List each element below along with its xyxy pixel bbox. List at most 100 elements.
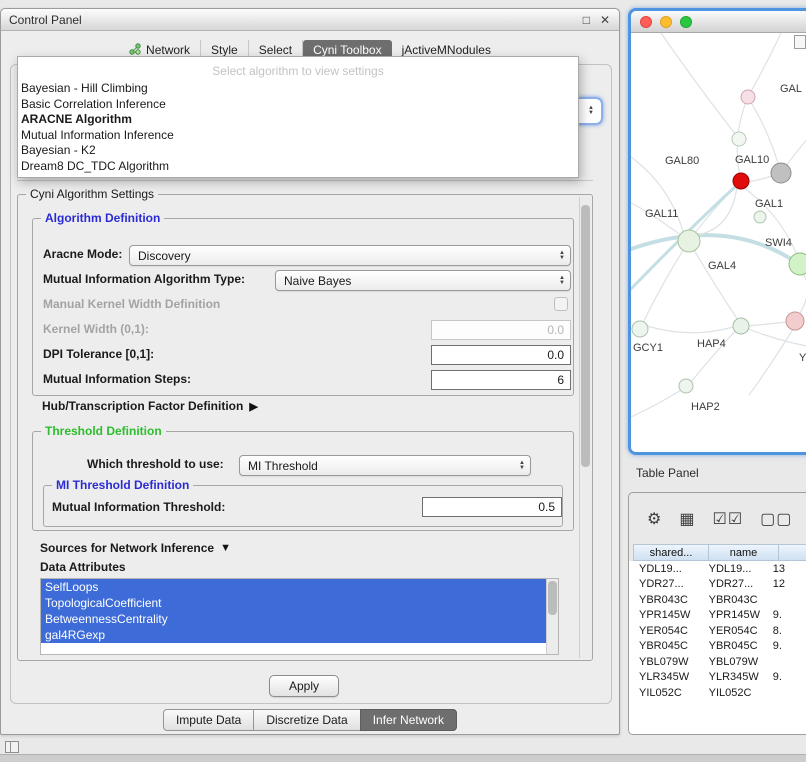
network-node[interactable] bbox=[733, 173, 749, 189]
close-traffic-light-icon[interactable] bbox=[640, 16, 652, 28]
settings-scrollbar-thumb[interactable] bbox=[581, 205, 590, 467]
columns-icon[interactable]: ▦ bbox=[679, 509, 695, 529]
attribute-item-topologicalcoefficient[interactable]: TopologicalCoefficient bbox=[41, 595, 546, 611]
float-window-icon[interactable]: □ bbox=[583, 13, 590, 27]
network-node[interactable] bbox=[678, 230, 700, 252]
hub-factor-section-toggle[interactable]: Hub/Transcription Factor Definition ▶ bbox=[42, 399, 258, 413]
network-node[interactable] bbox=[732, 132, 746, 146]
column-header-2[interactable] bbox=[779, 544, 806, 561]
table-row[interactable]: YDL19...YDL19...13 bbox=[629, 561, 806, 577]
collapsed-arrow-icon[interactable]: ▶ bbox=[249, 400, 257, 413]
tab-label: Style bbox=[211, 43, 238, 57]
which-threshold-select[interactable]: MI Threshold ▲▼ bbox=[239, 455, 531, 476]
apply-button[interactable]: Apply bbox=[269, 675, 339, 697]
network-edge[interactable] bbox=[689, 241, 738, 320]
mi-steps-input[interactable]: 6 bbox=[431, 370, 571, 390]
network-view-window[interactable]: GALGAL80GAL10GAL11GAL1SWI4GAL4GCY1HAP4HA… bbox=[628, 8, 806, 455]
table-cell: YBL079W bbox=[699, 656, 763, 668]
window-title: Control Panel bbox=[1, 13, 82, 27]
mi-threshold-input[interactable]: 0.5 bbox=[422, 497, 562, 517]
algorithm-option-basic-correlation-inference[interactable]: Basic Correlation Inference bbox=[18, 97, 578, 113]
table-row[interactable]: YLR345WYLR345W9. bbox=[629, 670, 806, 686]
attribute-item-betweennesscentrality[interactable]: BetweennessCentrality bbox=[41, 611, 546, 627]
algorithm-option-dream8-dc-tdc-algorithm[interactable]: Dream8 DC_TDC Algorithm bbox=[18, 159, 578, 175]
network-edge[interactable] bbox=[647, 326, 733, 333]
settings-gear-icon[interactable]: ⚙ bbox=[647, 509, 662, 529]
network-node[interactable] bbox=[741, 90, 755, 104]
table-panel-window: ⚙▦☑☑▢▢ shared...name YDL19...YDL19...13Y… bbox=[628, 492, 806, 735]
network-node[interactable] bbox=[786, 312, 804, 330]
threshold-definition-title: Threshold Definition bbox=[41, 424, 166, 438]
mi-algorithm-type-select[interactable]: Naive Bayes ▲▼ bbox=[275, 270, 571, 291]
network-edge[interactable] bbox=[631, 390, 681, 417]
attribute-item-gal4rgexp[interactable]: gal4RGexp bbox=[41, 627, 546, 643]
network-canvas: GALGAL80GAL10GAL11GAL1SWI4GAL4GCY1HAP4HA… bbox=[631, 33, 806, 452]
network-node-label: GAL10 bbox=[735, 154, 769, 166]
table-cell: 9. bbox=[763, 609, 806, 621]
network-edge[interactable] bbox=[697, 187, 737, 235]
network-node[interactable] bbox=[771, 163, 791, 183]
which-threshold-value: MI Threshold bbox=[248, 459, 318, 473]
network-node[interactable] bbox=[733, 318, 749, 334]
table-row[interactable]: YER054CYER054C8. bbox=[629, 623, 806, 639]
attributes-scrollbar[interactable] bbox=[546, 579, 558, 654]
table-cell: 12 bbox=[763, 578, 806, 590]
attributes-scrollbar-thumb[interactable] bbox=[548, 581, 557, 615]
algorithm-option-bayesian-hill-climbing[interactable]: Bayesian - Hill Climbing bbox=[18, 81, 578, 97]
network-node-label: GCY1 bbox=[633, 342, 663, 354]
network-edge[interactable] bbox=[748, 33, 781, 97]
table-row[interactable]: YDR27...YDR27...12 bbox=[629, 577, 806, 593]
threshold-definition-group: Threshold Definition Which threshold to … bbox=[32, 431, 574, 531]
zoom-traffic-light-icon[interactable] bbox=[680, 16, 692, 28]
close-window-icon[interactable]: ✕ bbox=[600, 13, 610, 27]
table-header-row: shared...name bbox=[633, 544, 806, 561]
table-row[interactable]: YPR145WYPR145W9. bbox=[629, 608, 806, 624]
network-node[interactable] bbox=[679, 379, 693, 393]
network-node[interactable] bbox=[754, 211, 766, 223]
network-scrollbar-stub[interactable] bbox=[794, 35, 806, 49]
network-edge[interactable] bbox=[749, 329, 793, 395]
deselect-all-boxes-icon[interactable]: ▢▢ bbox=[760, 509, 792, 529]
expanded-arrow-icon[interactable]: ▼ bbox=[220, 542, 231, 554]
settings-scrollbar[interactable] bbox=[579, 197, 591, 658]
bottom-tab-infer-network[interactable]: Infer Network bbox=[360, 709, 457, 731]
mi-algorithm-type-value: Naive Bayes bbox=[284, 274, 351, 288]
network-node-label: SWI4 bbox=[765, 237, 792, 249]
network-edge[interactable] bbox=[748, 322, 787, 326]
bottom-tab-discretize-data[interactable]: Discretize Data bbox=[253, 709, 360, 731]
table-cell: YLR345W bbox=[699, 671, 763, 683]
sources-section-toggle[interactable]: Sources for Network Inference ▼ bbox=[40, 541, 231, 555]
network-node[interactable] bbox=[632, 321, 648, 337]
network-node-label: HAP4 bbox=[697, 338, 726, 350]
table-row[interactable]: YBR043CYBR043C bbox=[629, 592, 806, 608]
attribute-item-selfloops[interactable]: SelfLoops bbox=[41, 579, 546, 595]
algorithm-option-mutual-information-inference[interactable]: Mutual Information Inference bbox=[18, 128, 578, 144]
table-panel-title: Table Panel bbox=[636, 466, 699, 480]
dock-panel-icon[interactable] bbox=[5, 741, 19, 753]
select-all-checks-icon[interactable]: ☑☑ bbox=[712, 509, 743, 529]
table-cell: YBR045C bbox=[699, 640, 763, 652]
table-cell: 9. bbox=[763, 671, 806, 683]
table-row[interactable]: YBR045CYBR045C9. bbox=[629, 639, 806, 655]
column-header-name[interactable]: name bbox=[709, 544, 779, 561]
table-row[interactable]: YBL079WYBL079W bbox=[629, 654, 806, 670]
dpi-tolerance-label: DPI Tolerance [0,1]: bbox=[43, 347, 154, 361]
bottom-tab-impute-data[interactable]: Impute Data bbox=[163, 709, 254, 731]
network-edge[interactable] bbox=[661, 33, 739, 139]
table-row[interactable]: YIL052CYIL052C bbox=[629, 685, 806, 701]
network-window-titlebar[interactable] bbox=[631, 11, 806, 33]
control-panel-titlebar[interactable]: Control Panel bbox=[1, 9, 619, 31]
hub-factor-label: Hub/Transcription Factor Definition bbox=[42, 399, 243, 413]
network-node-label: GAL bbox=[780, 83, 802, 95]
algorithm-option-bayesian-k2[interactable]: Bayesian - K2 bbox=[18, 143, 578, 159]
dpi-tolerance-input[interactable]: 0.0 bbox=[431, 345, 571, 365]
network-node[interactable] bbox=[789, 253, 806, 275]
minimize-traffic-light-icon[interactable] bbox=[660, 16, 672, 28]
algorithm-option-aracne-algorithm[interactable]: ARACNE Algorithm bbox=[18, 112, 578, 128]
data-attributes-list[interactable]: SelfLoopsTopologicalCoefficientBetweenne… bbox=[40, 578, 559, 655]
kernel-width-label: Kernel Width (0,1): bbox=[43, 322, 149, 336]
combo-stepper-icon: ▲▼ bbox=[559, 276, 565, 286]
network-canvas-area[interactable]: GALGAL80GAL10GAL11GAL1SWI4GAL4GCY1HAP4HA… bbox=[631, 33, 806, 452]
aracne-mode-select[interactable]: Discovery ▲▼ bbox=[129, 245, 571, 266]
column-header-shared[interactable]: shared... bbox=[633, 544, 709, 561]
